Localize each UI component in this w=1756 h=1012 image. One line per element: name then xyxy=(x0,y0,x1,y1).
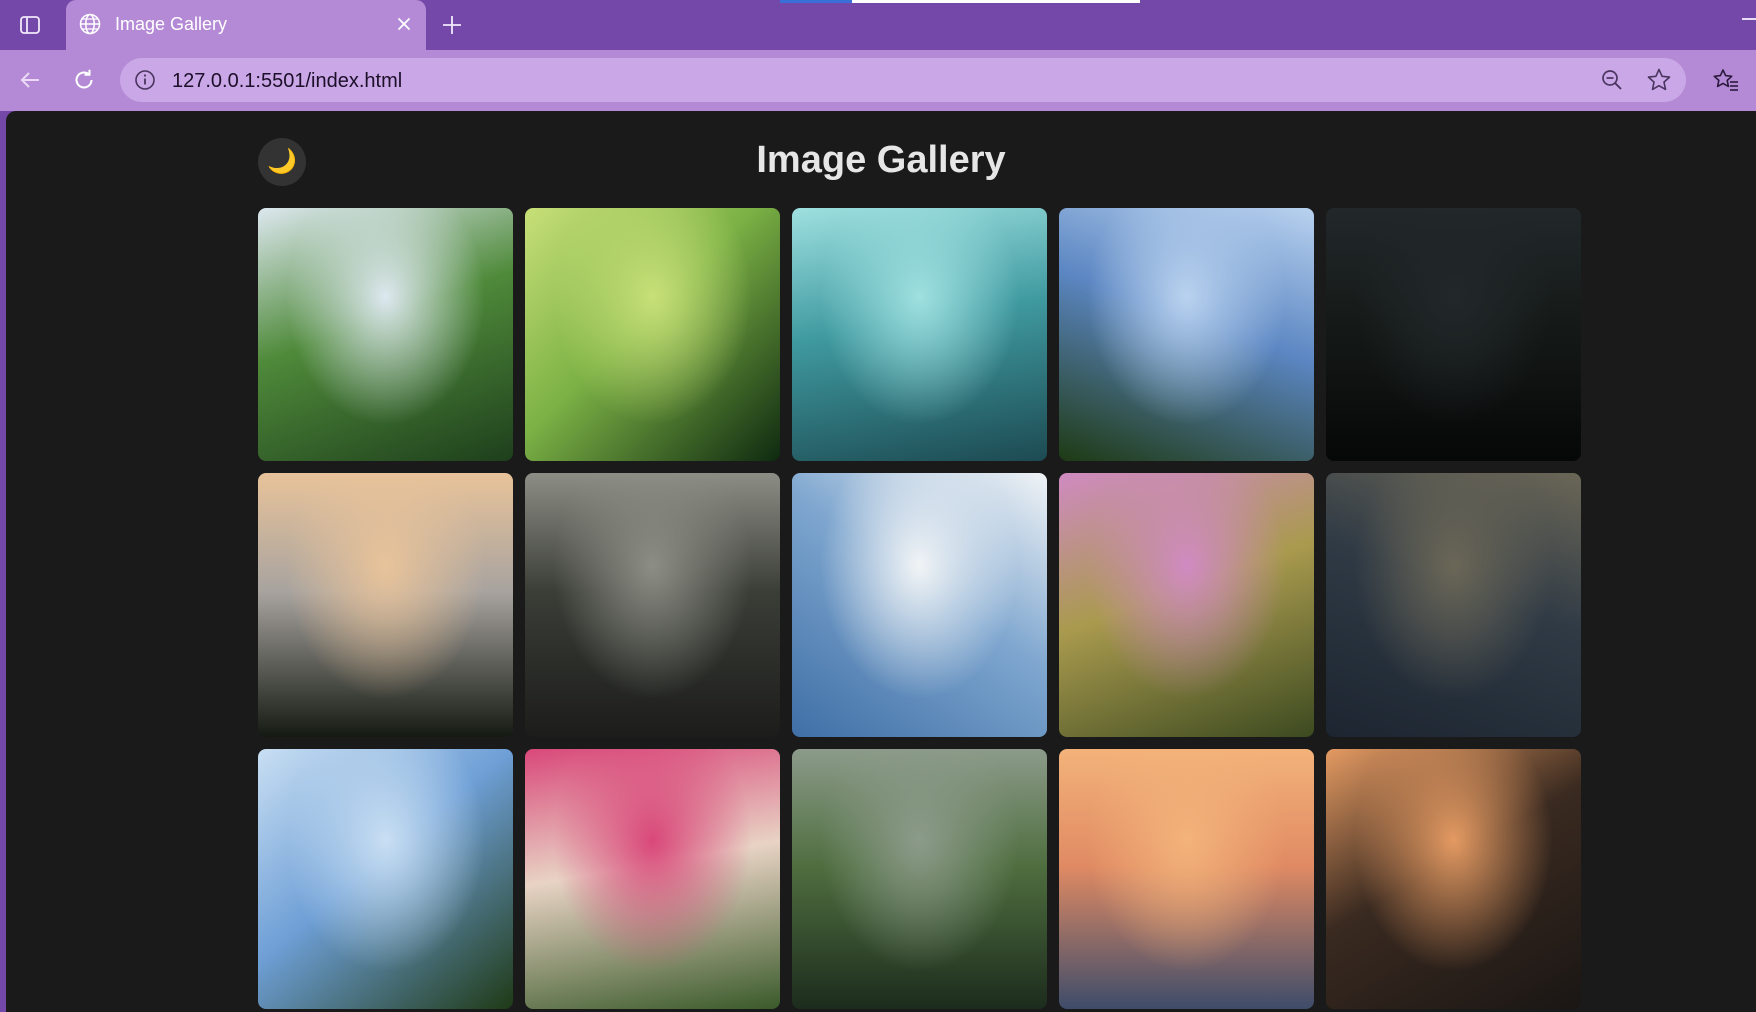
tab-actions-icon xyxy=(20,16,40,34)
gallery-image-leaves-blue-sky[interactable] xyxy=(258,749,513,1009)
active-tab[interactable]: Image Gallery xyxy=(66,0,426,50)
arrow-left-icon xyxy=(20,72,39,88)
gallery-image-orange-daisies[interactable] xyxy=(1326,749,1581,1009)
gallery-image-bougainvillea[interactable] xyxy=(525,749,780,1009)
page-load-progress-fill xyxy=(780,0,852,3)
gallery-image-palm-night-sky[interactable] xyxy=(1326,208,1581,461)
page-title: Image Gallery xyxy=(756,139,1006,181)
star-icon[interactable] xyxy=(1646,67,1672,93)
gallery-image-forest-river[interactable] xyxy=(792,749,1047,1009)
tab-strip: Image Gallery xyxy=(0,0,1756,50)
reload-button[interactable] xyxy=(66,62,102,98)
plus-icon xyxy=(443,16,461,34)
gallery-image-sunset-clouds-trees[interactable] xyxy=(258,473,513,737)
tab-actions-menu-button[interactable] xyxy=(14,9,46,41)
zoom-out-icon[interactable] xyxy=(1600,68,1624,92)
back-button[interactable] xyxy=(12,62,48,98)
gallery-image-night-clouds[interactable] xyxy=(1326,473,1581,737)
gallery-image-water-lily[interactable] xyxy=(258,208,513,461)
gallery-image-ocean-sunset[interactable] xyxy=(1059,749,1314,1009)
image-gallery xyxy=(258,208,1581,1009)
gallery-image-white-clouds-blue-sky[interactable] xyxy=(792,473,1047,737)
gallery-image-tree-canopy-blue-sky[interactable] xyxy=(1059,208,1314,461)
url-text[interactable]: 127.0.0.1:5501/index.html xyxy=(172,70,402,93)
tab-close-button[interactable] xyxy=(392,12,416,36)
address-bar[interactable]: 127.0.0.1:5501/index.html xyxy=(120,58,1686,102)
close-icon xyxy=(397,17,411,31)
gallery-image-green-leaves[interactable] xyxy=(525,208,780,461)
gallery-image-tree-over-turquoise-water[interactable] xyxy=(792,208,1047,461)
globe-icon xyxy=(79,13,101,35)
window-minimize-button[interactable] xyxy=(1742,18,1756,20)
favorites-button[interactable] xyxy=(1708,62,1744,98)
favorites-star-icon xyxy=(1713,69,1738,91)
page-viewport: 🌙 Image Gallery xyxy=(6,111,1756,1012)
refresh-icon xyxy=(75,69,93,89)
browser-toolbar: 127.0.0.1:5501/index.html xyxy=(0,50,1756,111)
new-tab-button[interactable] xyxy=(436,9,468,41)
page-load-progress xyxy=(780,0,1140,3)
site-info-icon[interactable] xyxy=(134,69,156,91)
tab-title: Image Gallery xyxy=(115,14,228,34)
gallery-image-dark-meadow[interactable] xyxy=(525,473,780,737)
gallery-image-cosmos-flowers[interactable] xyxy=(1059,473,1314,737)
